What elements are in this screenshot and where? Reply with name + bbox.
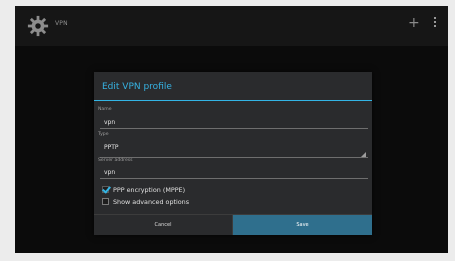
device-screen: VPN + Edit VPN profile Name vpn Type PPT… — [15, 6, 448, 253]
ppp-encryption-checkbox[interactable] — [102, 186, 109, 193]
type-spinner[interactable]: PPTP — [104, 144, 119, 151]
show-advanced-row[interactable]: Show advanced options — [102, 197, 189, 206]
show-advanced-checkbox[interactable] — [102, 198, 109, 205]
name-label: Name — [98, 107, 112, 112]
cancel-button[interactable]: Cancel — [94, 215, 233, 235]
dialog-title: Edit VPN profile — [102, 82, 172, 92]
server-address-label: Server address — [98, 158, 133, 163]
show-advanced-label: Show advanced options — [113, 197, 190, 206]
dialog-button-bar: Cancel Save — [94, 214, 372, 235]
dialog-title-divider — [94, 100, 372, 101]
type-spinner-underline — [100, 157, 368, 158]
ppp-encryption-label: PPP encryption (MPPE) — [113, 185, 186, 194]
name-field[interactable]: vpn — [104, 119, 115, 126]
type-label: Type — [98, 132, 109, 137]
edit-vpn-dialog: Edit VPN profile Name vpn Type PPTP Serv… — [94, 72, 372, 235]
action-bar: VPN + — [15, 6, 448, 46]
plus-icon[interactable]: + — [408, 16, 420, 30]
name-field-underline — [100, 128, 368, 129]
settings-gear-icon[interactable] — [27, 15, 49, 37]
server-address-field[interactable]: vpn — [104, 169, 115, 176]
save-button[interactable]: Save — [233, 215, 372, 235]
app-title: VPN — [55, 20, 68, 27]
ppp-encryption-row[interactable]: PPP encryption (MPPE) — [102, 185, 185, 194]
server-address-underline — [100, 178, 368, 179]
overflow-menu-icon[interactable] — [434, 17, 437, 29]
